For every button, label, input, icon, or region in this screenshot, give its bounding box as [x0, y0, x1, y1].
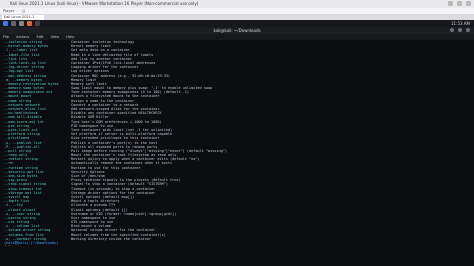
guest-desktop: 11:53 AM kali@kali: ~/Downloads File Act…	[0, 20, 474, 266]
file-manager-icon[interactable]	[19, 21, 24, 26]
maximize-button[interactable]	[457, 1, 462, 6]
panel-launchers	[3, 21, 40, 26]
panel-clock[interactable]: 11:53 AM	[451, 20, 470, 27]
terminal-output[interactable]: --isolation string Container isolation te…	[0, 40, 474, 266]
screen-bottom-bezel	[0, 246, 474, 266]
menu-actions[interactable]: Actions	[16, 35, 29, 39]
menu-help[interactable]: Help	[66, 35, 74, 39]
host-window-titlebar: Kali linux 2021.1 Linux (kali-linux) - V…	[0, 0, 474, 8]
terminal-minimize-button[interactable]	[450, 28, 454, 32]
terminal-maximize-button[interactable]	[458, 28, 462, 32]
terminal-titlebar: kali@kali: ~/Downloads	[0, 27, 474, 34]
terminal-window-controls	[450, 28, 470, 32]
browser-icon[interactable]	[27, 21, 32, 26]
menu-view[interactable]: View	[51, 35, 60, 39]
desktop-icon[interactable]	[11, 21, 16, 26]
menu-edit[interactable]: Edit	[36, 35, 43, 39]
close-button[interactable]	[466, 1, 471, 6]
kali-menu-icon[interactable]	[3, 21, 8, 26]
terminal-icon[interactable]	[35, 21, 40, 26]
menu-file[interactable]: File	[3, 35, 9, 39]
host-window-controls	[448, 1, 471, 6]
player-menu[interactable]: Player	[3, 9, 14, 13]
minimize-button[interactable]	[448, 1, 453, 6]
terminal-window[interactable]: kali@kali: ~/Downloads File Actions Edit…	[0, 27, 474, 266]
terminal-close-button[interactable]	[466, 28, 470, 32]
pause-button[interactable]: ||	[22, 9, 24, 13]
host-window-title: Kali linux 2021.1 Linux (kali-linux) - V…	[10, 1, 199, 6]
terminal-title: kali@kali: ~/Downloads	[213, 28, 261, 33]
